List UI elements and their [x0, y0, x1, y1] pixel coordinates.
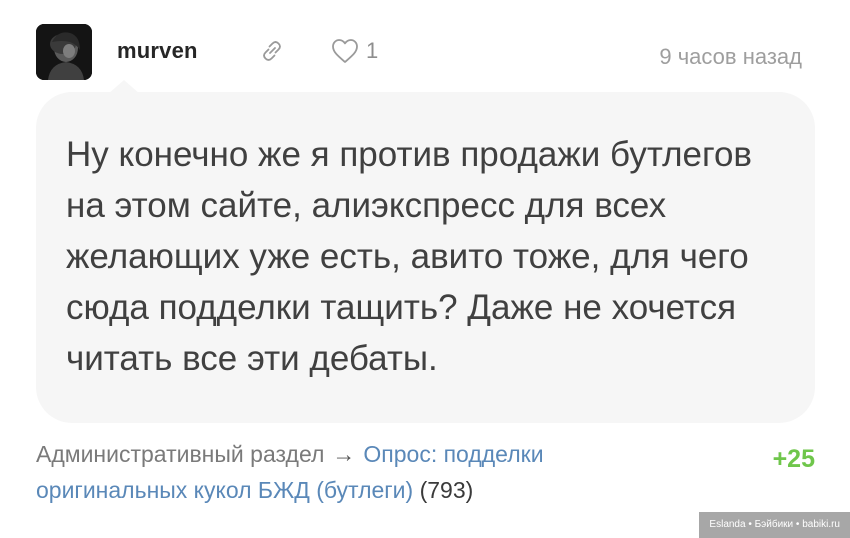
comment-source: Административный раздел → Опрос: подделки … — [36, 436, 676, 508]
author-username[interactable]: murven — [117, 38, 198, 64]
link-icon[interactable] — [258, 37, 286, 65]
comment-score: +25 — [772, 445, 815, 473]
like-count: 1 — [366, 38, 379, 63]
topic-comment-count: (793) — [419, 477, 474, 503]
avatar[interactable] — [36, 24, 92, 80]
section-name: Административный раздел — [36, 441, 325, 467]
portrait-avatar-icon — [36, 24, 92, 80]
like-button[interactable]: 1 — [330, 36, 378, 66]
comment-timestamp: 9 часов назад — [659, 44, 802, 69]
comment-text: Ну конечно же я против продажи бутлегов … — [66, 135, 753, 378]
breadcrumb-arrow-icon: → — [332, 441, 356, 467]
site-watermark: Eslanda • Бэйбики • babiki.ru — [699, 512, 850, 538]
heart-icon — [332, 39, 358, 63]
comment-bubble: Ну конечно же я против продажи бутлегов … — [36, 92, 815, 423]
